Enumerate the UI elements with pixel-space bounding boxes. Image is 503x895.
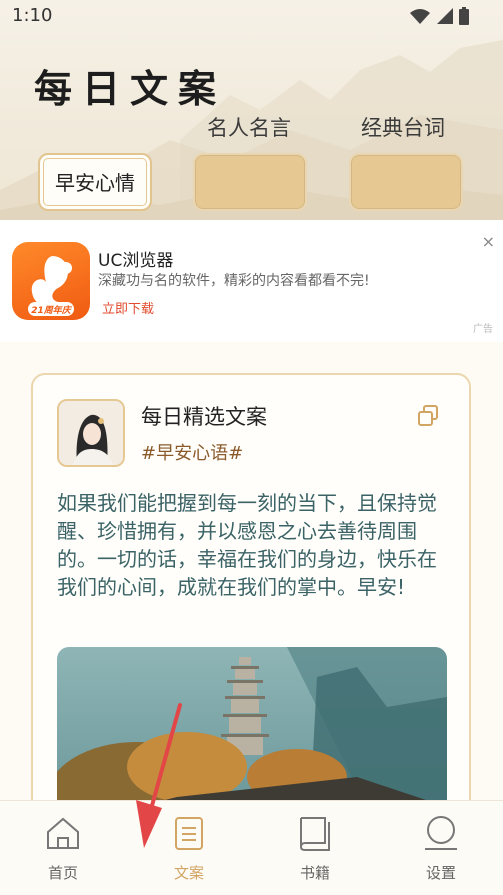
content-area: 每日精选文案 #早安心语# 如果我们能把握到每一刻的当下，且保持觉醒、珍惜拥有，… <box>0 342 503 800</box>
nav-copywriting[interactable]: 文案 <box>126 801 252 895</box>
card-title: 每日精选文案 <box>141 405 267 429</box>
nav-label: 设置 <box>425 864 456 882</box>
wifi-icon <box>410 9 430 24</box>
nav-books[interactable]: 书籍 <box>252 801 378 895</box>
status-time: 1:10 <box>12 5 53 26</box>
nav-label: 首页 <box>47 864 78 882</box>
document-icon <box>175 817 203 850</box>
avatar <box>57 399 125 467</box>
chip-empty-2[interactable] <box>193 153 307 211</box>
nav-label: 书籍 <box>299 864 330 882</box>
chip-label: 早安心情 <box>55 171 135 195</box>
uc-browser-icon: 21周年庆 <box>12 242 90 320</box>
pagoda-photo <box>57 647 447 800</box>
ad-banner[interactable]: 21周年庆 UC浏览器 深藏功与名的软件，精彩的内容看都看不完! 立即下载 × … <box>0 220 503 342</box>
download-button[interactable]: 立即下载 <box>102 298 154 317</box>
tab-classic-lines[interactable]: 经典台词 <box>361 112 445 142</box>
quote-text: 如果我们能把握到每一刻的当下，且保持觉醒、珍惜拥有，并以感恩之心去善待周围的。一… <box>57 491 437 599</box>
ad-tag: 广告 <box>473 324 493 335</box>
chip-empty-3[interactable] <box>349 153 463 211</box>
quote-card: 每日精选文案 #早安心语# 如果我们能把握到每一刻的当下，且保持觉醒、珍惜拥有，… <box>31 373 471 800</box>
app-title: 每日文案 <box>34 66 227 111</box>
nav-label: 文案 <box>173 864 204 882</box>
copy-icon[interactable] <box>417 405 439 427</box>
nav-home[interactable]: 首页 <box>0 801 126 895</box>
status-bar: 1:10 <box>0 0 503 34</box>
book-icon <box>299 817 330 851</box>
settings-icon <box>425 816 457 850</box>
close-icon[interactable]: × <box>482 232 495 251</box>
nav-settings[interactable]: 设置 <box>378 801 503 895</box>
signal-icon <box>437 8 453 24</box>
header: 1:10 每日文案 名人名言 经典台词 早安心情 <box>0 0 503 220</box>
home-icon <box>47 817 79 849</box>
chip-morning-mood[interactable]: 早安心情 <box>38 153 152 211</box>
tab-famous-quotes[interactable]: 名人名言 <box>207 112 291 142</box>
ad-title: UC浏览器 <box>98 251 174 271</box>
battery-icon <box>459 7 469 25</box>
card-tag: #早安心语# <box>141 443 244 464</box>
icon-badge: 21周年庆 <box>31 305 73 316</box>
ad-description: 深藏功与名的软件，精彩的内容看都看不完! <box>98 273 370 289</box>
bottom-nav: 首页 文案 书籍 设置 <box>0 800 503 895</box>
